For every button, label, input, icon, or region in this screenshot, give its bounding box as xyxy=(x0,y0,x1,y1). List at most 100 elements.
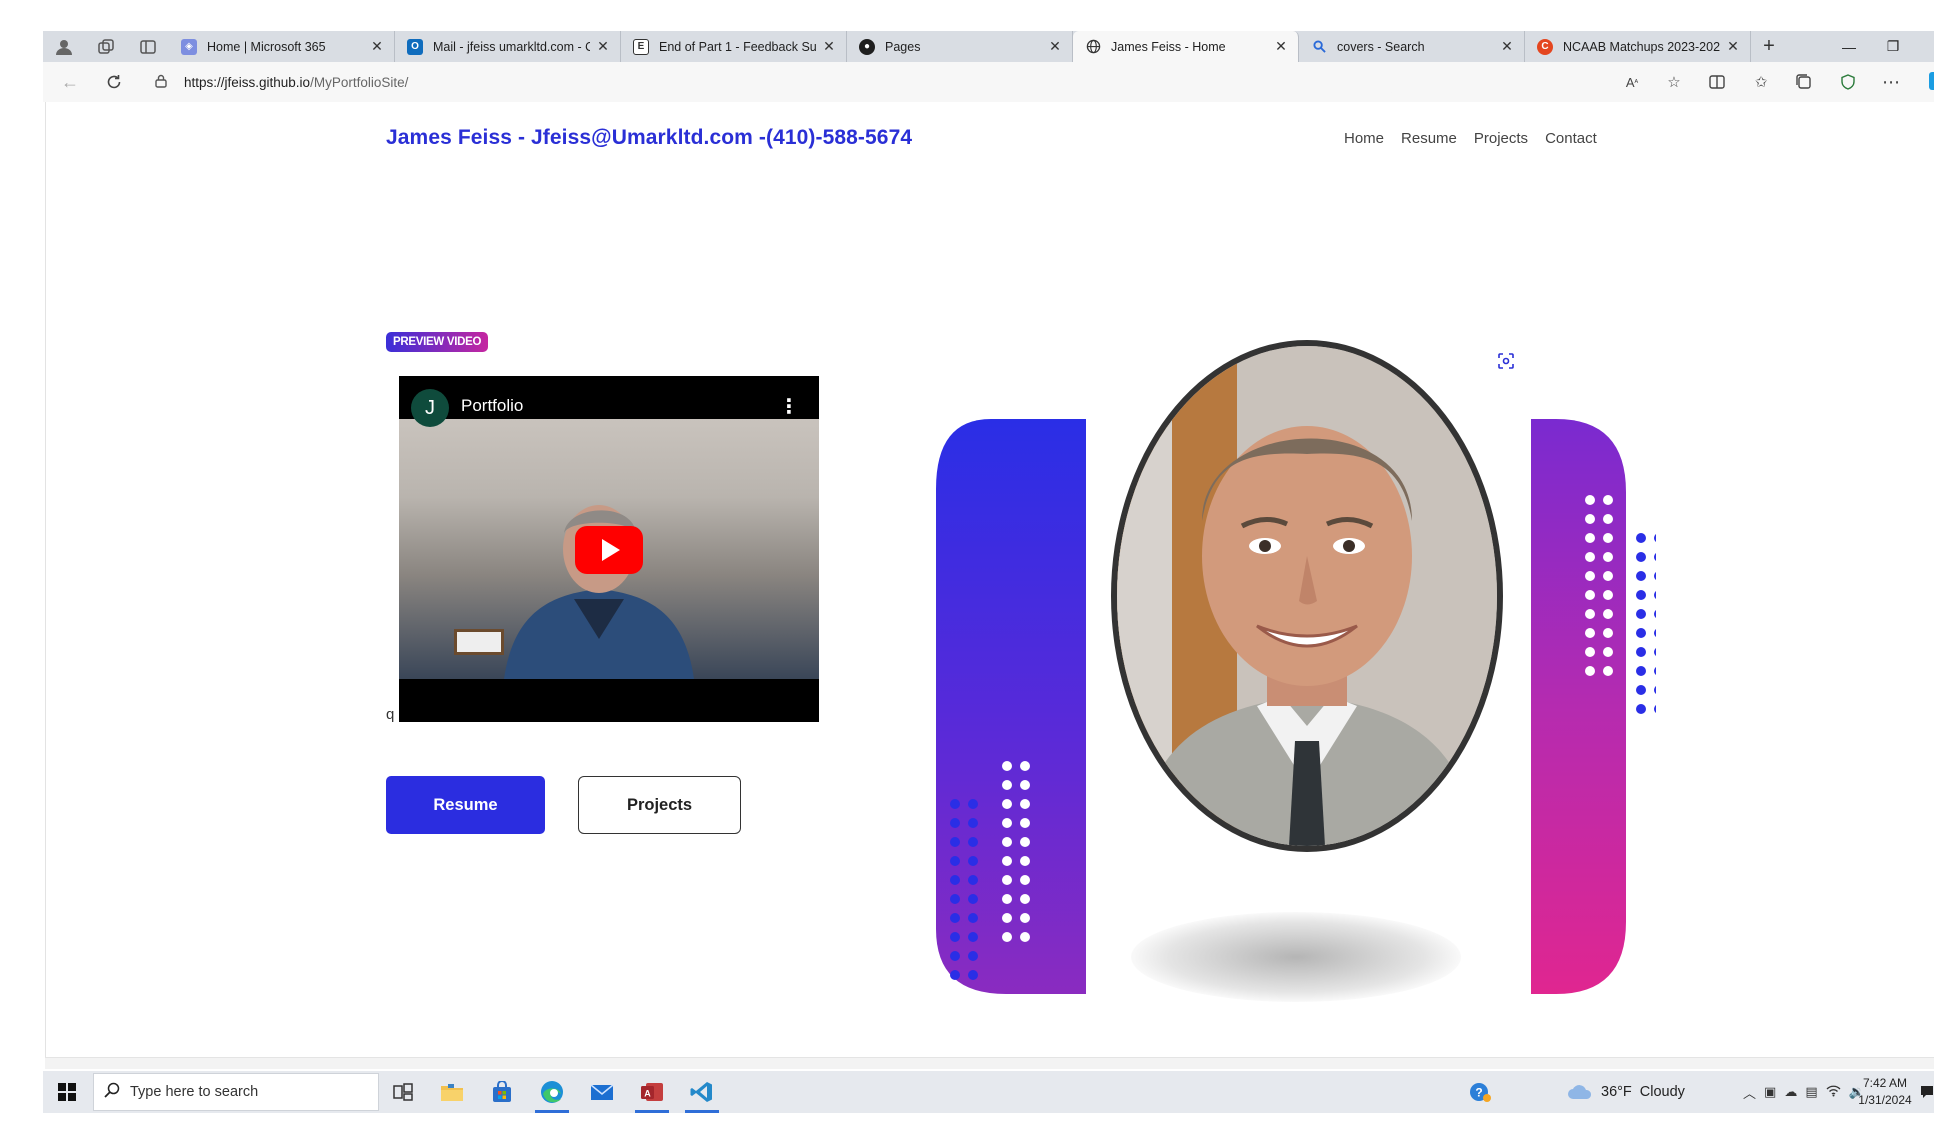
minimize-button[interactable]: — xyxy=(1826,31,1872,62)
more-vertical-icon[interactable]: ⋮ xyxy=(779,394,799,419)
tab-title: End of Part 1 - Feedback Surve xyxy=(659,39,816,54)
play-icon xyxy=(602,539,620,561)
nav-link-home[interactable]: Home xyxy=(1344,130,1384,147)
clock[interactable]: 7:42 AM 1/31/2024 xyxy=(1850,1075,1920,1109)
microsoft-store-icon[interactable] xyxy=(479,1071,525,1113)
page-bottom-edge xyxy=(45,1057,1934,1069)
nav-link-projects[interactable]: Projects xyxy=(1474,130,1528,147)
wifi-icon[interactable] xyxy=(1826,1084,1841,1100)
tab-mail[interactable]: O Mail - jfeiss umarkltd.com - Ou ✕ xyxy=(395,31,621,62)
windows-taskbar: Type here to search A ? 36°F Cloudy ︿ ▣ … xyxy=(43,1071,1934,1113)
onedrive-icon[interactable]: ☁ xyxy=(1784,1084,1797,1100)
outlook-icon: O xyxy=(407,38,423,55)
video-person-image xyxy=(504,505,694,679)
screen: ◈ Home | Microsoft 365 ✕ O Mail - jfeiss… xyxy=(0,0,1934,1124)
edge-icon[interactable] xyxy=(529,1071,575,1113)
tab-title: Mail - jfeiss umarkltd.com - Ou xyxy=(433,39,590,54)
vscode-icon[interactable] xyxy=(679,1071,725,1113)
play-button[interactable] xyxy=(575,526,643,574)
help-icon[interactable]: ? xyxy=(1468,1081,1492,1103)
close-icon[interactable]: ✕ xyxy=(1274,38,1288,55)
browser-tab-bar: ◈ Home | Microsoft 365 ✕ O Mail - jfeiss… xyxy=(43,31,1934,62)
projects-button[interactable]: Projects xyxy=(578,776,741,834)
chevron-up-icon[interactable]: ︿ xyxy=(1743,1083,1756,1102)
clock-date: 1/31/2024 xyxy=(1858,1093,1912,1107)
tab-title: NCAAB Matchups 2023-2024 xyxy=(1563,39,1720,54)
tab-title: covers - Search xyxy=(1337,39,1425,54)
nav-link-contact[interactable]: Contact xyxy=(1545,130,1597,147)
windows-icon xyxy=(58,1083,76,1101)
url-path: /MyPortfolioSite/ xyxy=(310,74,409,90)
visual-search-icon[interactable] xyxy=(1495,350,1517,372)
url-text: https://jfeiss.github.io/MyPortfolioSite… xyxy=(184,75,408,90)
weather-condition: Cloudy xyxy=(1639,1084,1685,1100)
github-icon: ● xyxy=(859,38,875,55)
tab-title: James Feiss - Home xyxy=(1111,39,1226,54)
close-icon[interactable]: ✕ xyxy=(596,38,610,55)
profile-icon[interactable] xyxy=(43,31,85,62)
weather-widget[interactable]: 36°F Cloudy xyxy=(1567,1071,1685,1113)
system-tray: ︿ ▣ ☁ ▤ 🔉 xyxy=(1743,1071,1865,1113)
close-icon[interactable]: ✕ xyxy=(1726,38,1740,55)
svg-text:?: ? xyxy=(1475,1086,1482,1100)
resume-button[interactable]: Resume xyxy=(386,776,545,834)
forms-icon: E xyxy=(633,38,649,55)
refresh-button[interactable] xyxy=(101,70,127,94)
back-button[interactable]: ← xyxy=(57,70,83,94)
search-placeholder: Type here to search xyxy=(130,1084,259,1100)
web-page: James Feiss - Jfeiss@Umarkltd.com -(410)… xyxy=(45,102,1934,1057)
clock-time: 7:42 AM xyxy=(1862,1076,1908,1090)
task-view-icon[interactable] xyxy=(380,1071,426,1113)
lock-icon[interactable] xyxy=(146,74,176,91)
browser-essentials-icon[interactable] xyxy=(1836,71,1860,93)
tab-pages[interactable]: ● Pages ✕ xyxy=(847,31,1073,62)
tab-ncaab-matchups[interactable]: C NCAAB Matchups 2023-2024 ✕ xyxy=(1525,31,1751,62)
read-aloud-icon[interactable]: Aᴬ xyxy=(1620,71,1644,93)
wall-picture xyxy=(454,629,504,655)
tab-microsoft365[interactable]: ◈ Home | Microsoft 365 ✕ xyxy=(169,31,395,62)
preview-video-badge: PREVIEW VIDEO xyxy=(386,332,489,352)
tab-james-feiss-home[interactable]: James Feiss - Home ✕ xyxy=(1073,31,1299,62)
copilot-icon[interactable] xyxy=(1929,72,1934,90)
vertical-tabs-icon[interactable] xyxy=(127,31,169,62)
mail-icon[interactable] xyxy=(579,1071,625,1113)
profile-portrait xyxy=(1111,340,1503,852)
video-title[interactable]: Portfolio xyxy=(461,396,523,416)
channel-avatar[interactable]: J xyxy=(411,389,449,427)
meet-now-icon[interactable]: ▣ xyxy=(1764,1084,1776,1100)
more-options-icon[interactable]: ⋯ xyxy=(1879,71,1903,93)
workspaces-icon[interactable] xyxy=(85,31,127,62)
tab-covers-search[interactable]: covers - Search ✕ xyxy=(1299,31,1525,62)
close-icon[interactable]: ✕ xyxy=(1048,38,1062,55)
tab-feedback-survey[interactable]: E End of Part 1 - Feedback Surve ✕ xyxy=(621,31,847,62)
collections-icon[interactable] xyxy=(1792,71,1816,93)
site-nav: Home Resume Projects Contact xyxy=(1344,130,1597,147)
youtube-video-embed[interactable]: J Portfolio ⋮ xyxy=(399,376,819,722)
nav-link-resume[interactable]: Resume xyxy=(1401,130,1457,147)
close-icon[interactable]: ✕ xyxy=(370,38,384,55)
split-screen-icon[interactable] xyxy=(1705,71,1729,93)
favorite-star-icon[interactable]: ☆ xyxy=(1662,71,1686,93)
start-button[interactable] xyxy=(43,1071,91,1113)
access-icon[interactable]: A xyxy=(629,1071,675,1113)
restore-button[interactable]: ❐ xyxy=(1870,31,1916,62)
microsoft365-icon: ◈ xyxy=(181,38,197,55)
stray-text: q xyxy=(386,706,395,723)
file-explorer-icon[interactable] xyxy=(429,1071,475,1113)
url-field[interactable]: https://jfeiss.github.io/MyPortfolioSite… xyxy=(146,67,1396,97)
display-icon[interactable]: ▤ xyxy=(1805,1084,1817,1100)
close-icon[interactable]: ✕ xyxy=(1500,38,1514,55)
weather-temp: 36°F xyxy=(1601,1084,1632,1100)
site-header-title[interactable]: James Feiss - Jfeiss@Umarkltd.com -(410)… xyxy=(386,126,912,150)
favorites-icon[interactable]: ✩ xyxy=(1749,71,1773,93)
taskbar-search-box[interactable]: Type here to search xyxy=(93,1073,379,1111)
cloud-icon xyxy=(1568,1085,1592,1099)
portrait-image xyxy=(1117,346,1497,846)
address-bar-row: ← https://jfeiss.github.io/MyPortfolioSi… xyxy=(43,62,1934,102)
close-icon[interactable]: ✕ xyxy=(822,38,836,55)
tab-title: Pages xyxy=(885,39,921,54)
bing-search-icon xyxy=(1311,39,1327,55)
globe-icon xyxy=(1085,39,1101,55)
new-tab-button[interactable]: + xyxy=(1751,31,1787,62)
notification-icon[interactable] xyxy=(1920,1071,1934,1113)
